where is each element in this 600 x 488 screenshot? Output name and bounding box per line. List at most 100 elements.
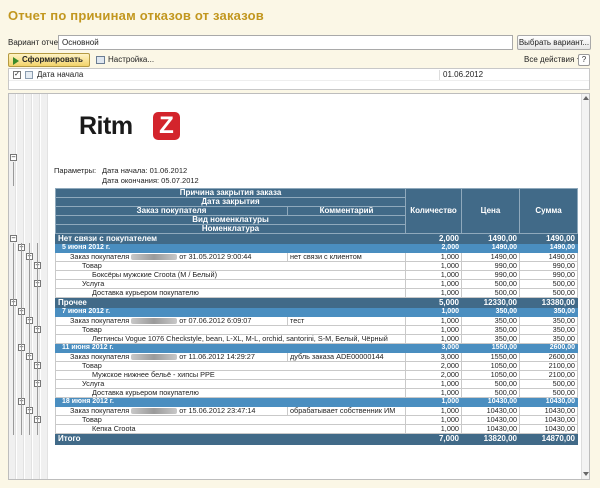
row-label[interactable]: Нет связи с покупателем (55, 233, 288, 244)
row-qty: 1,000 (405, 325, 462, 335)
row-price: 1550,00 (461, 352, 520, 362)
row-label[interactable]: Товар (55, 415, 406, 425)
param-value[interactable]: 01.06.2012 (443, 70, 483, 79)
variant-row: Вариант отчета: Основной Выбрать вариант… (0, 34, 600, 52)
row-label[interactable]: Кепка Croota (55, 424, 406, 434)
row-label[interactable]: 5 июня 2012 г. (55, 243, 288, 253)
row-label[interactable]: Заказ покупателя от 15.06.2012 23:47:14 (55, 406, 288, 416)
row-price: 500,00 (461, 288, 520, 298)
row-qty: 1,000 (405, 279, 462, 289)
variant-input[interactable]: Основной (58, 35, 513, 50)
order-prefix: Заказ покупателя (70, 316, 130, 325)
report-param-end: Дата окончания: 05.07.2012 (102, 176, 199, 185)
row-price: 500,00 (461, 379, 520, 389)
order-date: от 31.05.2012 9:00:44 (179, 252, 252, 261)
row-comment: тест (287, 316, 406, 326)
row-label[interactable]: Услуга (55, 379, 406, 389)
row-price: 990,00 (461, 261, 520, 271)
row-label[interactable]: Заказ покупателя от 11.06.2012 14:29:27 (55, 352, 288, 362)
row-label[interactable]: Товар (55, 261, 406, 271)
collapse-toggle-g1[interactable]: − (10, 235, 17, 242)
report-row-g3: Заказ покупателя от 15.06.2012 23:47:14 об… (55, 406, 578, 416)
order-prefix: Заказ покупателя (70, 352, 130, 361)
row-price: 1550,00 (461, 343, 520, 353)
select-variant-button[interactable]: Выбрать вариант... (517, 35, 591, 50)
header-order: Заказ покупателя (55, 206, 288, 216)
logo-mark: Z (153, 112, 180, 140)
row-price: 350,00 (461, 334, 520, 344)
help-button[interactable]: ? (578, 54, 590, 66)
row-qty: 3,000 (405, 343, 462, 353)
vertical-scrollbar[interactable] (581, 94, 589, 479)
row-label[interactable]: Услуга (55, 279, 406, 289)
group-line (21, 243, 22, 435)
company-logo: Ritm Z (79, 112, 189, 140)
header-sum: Сумма (519, 188, 578, 234)
scroll-up-icon[interactable] (583, 96, 589, 100)
scroll-down-icon[interactable] (583, 472, 589, 476)
row-label[interactable]: Боксёры мужские Croota (M / Белый) (55, 270, 406, 280)
row-label[interactable]: Доставка курьером покупателю (55, 288, 406, 298)
header-reason: Причина закрытия заказа (55, 188, 406, 198)
row-price: 1490,00 (461, 233, 520, 244)
row-qty: 2,000 (405, 370, 462, 380)
row-label[interactable]: Мужское нижнее бельё - хипсы PPE (55, 370, 406, 380)
row-sum: 10430,00 (519, 415, 578, 425)
row-sum: 10430,00 (519, 424, 578, 434)
params-panel: ✓ Дата начала 01.06.2012 (8, 68, 590, 90)
order-date: от 07.06.2012 6:09:07 (179, 316, 252, 325)
row-comment: нет связи с клиентом (287, 252, 406, 262)
row-qty: 1,000 (405, 388, 462, 398)
report-row-g4: Товар 1,000 990,00 990,00 (55, 261, 578, 271)
row-label[interactable]: Доставка курьером покупателю (55, 388, 406, 398)
row-comment (287, 297, 406, 308)
row-label[interactable]: 18 июня 2012 г. (55, 397, 288, 407)
row-label[interactable]: 7 июня 2012 г. (55, 307, 288, 317)
report-row-g4: Услуга 1,000 500,00 500,00 (55, 279, 578, 289)
row-price: 500,00 (461, 279, 520, 289)
report-document[interactable]: −−−−−−−−−−−−−−−−− Ritm Z Параметры: Дата… (8, 93, 590, 480)
param-name: Дата начала (37, 70, 84, 79)
row-label[interactable]: Товар (55, 361, 406, 371)
row-price: 12330,00 (461, 297, 520, 308)
row-price: 1490,00 (461, 243, 520, 253)
all-actions-menu[interactable]: Все действия (524, 54, 584, 66)
report-total-row: Итого 7,000 13820,00 14870,00 (55, 433, 578, 445)
row-label[interactable]: Заказ покупателя от 07.06.2012 6:09:07 (55, 316, 288, 326)
report-row-g1: Нет связи с покупателем 2,000 1490,00 1490,… (55, 233, 578, 244)
row-sum: 350,00 (519, 316, 578, 326)
play-icon (13, 57, 19, 65)
row-price: 500,00 (461, 388, 520, 398)
row-comment: обрабатывает собственник ИМ (287, 406, 406, 416)
param-checkbox[interactable]: ✓ (13, 71, 21, 79)
group-line (37, 243, 38, 435)
collapse-toggle-header[interactable]: − (10, 154, 17, 161)
report-row-g1: Прочее 5,000 12330,00 13380,00 (55, 297, 578, 308)
row-sum: 2600,00 (519, 343, 578, 353)
report-row-g4: Услуга 1,000 500,00 500,00 (55, 379, 578, 389)
param-row-empty (9, 80, 589, 89)
row-label[interactable]: 11 июня 2012 г. (55, 343, 288, 353)
row-sum: 2100,00 (519, 361, 578, 371)
generate-button-label: Сформировать (22, 55, 83, 64)
generate-button[interactable]: Сформировать (8, 53, 90, 67)
toolbar: Сформировать Настройка... Все действия ? (0, 52, 600, 68)
row-sum: 500,00 (519, 388, 578, 398)
total-sum: 14870,00 (519, 433, 578, 445)
row-label[interactable]: Леггинсы Vogue 1076 Checkstyle, bean, L-… (55, 334, 406, 344)
redacted-order-number (131, 408, 178, 415)
row-price: 1050,00 (461, 370, 520, 380)
report-row-g4: Товар 1,000 10430,00 10430,00 (55, 415, 578, 425)
row-qty: 1,000 (405, 261, 462, 271)
order-prefix: Заказ покупателя (70, 406, 130, 415)
order-prefix: Заказ покупателя (70, 252, 130, 261)
row-label[interactable]: Прочее (55, 297, 288, 308)
settings-button[interactable]: Настройка... (96, 54, 154, 66)
row-label[interactable]: Заказ покупателя от 31.05.2012 9:00:44 (55, 252, 288, 262)
row-label[interactable]: Товар (55, 325, 406, 335)
report-row-g4: Товар 1,000 350,00 350,00 (55, 325, 578, 335)
row-qty: 1,000 (405, 379, 462, 389)
window-titlebar: Отчет по причинам отказов от заказов (0, 0, 600, 32)
row-sum: 500,00 (519, 288, 578, 298)
param-separator (439, 70, 440, 80)
